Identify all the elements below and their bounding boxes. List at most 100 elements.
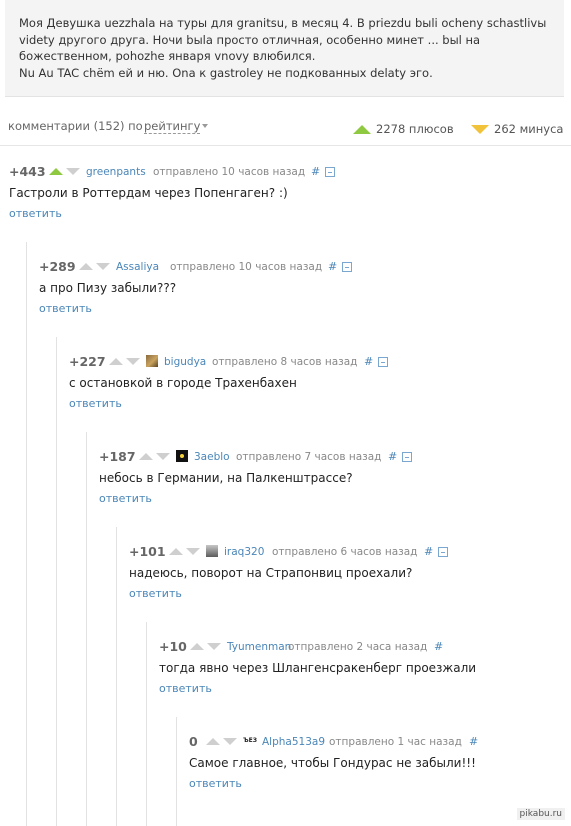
permalink-hash[interactable]: # bbox=[311, 165, 320, 178]
sort-dropdown[interactable]: рейтингу bbox=[144, 119, 201, 134]
post-line: vidеty другого друга. Ночи bыla просто о… bbox=[19, 32, 481, 47]
comment-rating: 0 bbox=[189, 734, 198, 749]
avatar[interactable] bbox=[146, 355, 158, 367]
comment-timestamp: отправлено 1 час назад bbox=[329, 736, 462, 748]
reply-link[interactable]: ответить bbox=[69, 397, 122, 410]
comment-text: Гастроли в Роттердам через Попенгаген? :… bbox=[9, 186, 288, 200]
comment-text: Самое главное, чтобы Гондурас не забыли!… bbox=[189, 756, 476, 770]
upvote-icon[interactable] bbox=[109, 358, 123, 365]
comment-timestamp: отправлено 8 часов назад bbox=[212, 356, 358, 368]
downvote-icon[interactable] bbox=[186, 548, 200, 555]
reply-link[interactable]: ответить bbox=[99, 492, 152, 505]
upvote-triangle-icon bbox=[353, 125, 371, 134]
avatar[interactable]: ЪЕЗ bbox=[243, 735, 257, 747]
thread-line[interactable] bbox=[146, 622, 147, 826]
reply-link[interactable]: ответить bbox=[39, 302, 92, 315]
comment-timestamp: отправлено 10 часов назад bbox=[170, 261, 323, 273]
post-body: Моя Девушка uezzhala на туры для granits… bbox=[5, 0, 564, 97]
comment-timestamp: отправлено 6 часов назад bbox=[272, 546, 418, 558]
post-line: Nu Au TAC chёm ей и ню. Ona к gastroley … bbox=[19, 65, 433, 80]
collapse-icon[interactable] bbox=[438, 547, 448, 557]
comment-author-link[interactable]: bigudya bbox=[164, 356, 206, 368]
upvote-icon[interactable] bbox=[49, 168, 63, 175]
comment-rating: +10 bbox=[159, 639, 187, 654]
comment-text: надеюсь, поворот на Страпонвиц проехали? bbox=[129, 566, 413, 580]
comment-author-link[interactable]: greenpants bbox=[86, 166, 146, 178]
thread-line[interactable] bbox=[26, 242, 27, 826]
upvote-icon[interactable] bbox=[190, 643, 204, 650]
post-line: божественном, pohozhe января vnovy влюби… bbox=[19, 49, 316, 63]
comment-text: небось в Германии, на Палкенштрассе? bbox=[99, 471, 353, 485]
minus-count: 262 минуса bbox=[494, 122, 564, 136]
reply-link[interactable]: ответить bbox=[9, 207, 62, 220]
comment: +227 bigudya отправлено 8 часов назад # с ос… bbox=[69, 354, 571, 435]
comment-rating: +289 bbox=[39, 259, 76, 274]
downvote-icon[interactable] bbox=[207, 643, 221, 650]
post-line: Моя Девушка uezzhala на туры для granits… bbox=[19, 16, 547, 30]
comment: +101 iraq320 отправлено 6 часов назад # наде… bbox=[129, 544, 571, 625]
thread-line[interactable] bbox=[116, 527, 117, 826]
comment-timestamp: отправлено 10 часов назад bbox=[153, 166, 306, 178]
avatar[interactable] bbox=[176, 450, 188, 462]
comment-author-link[interactable]: 3aeblo bbox=[194, 451, 230, 463]
comment: +289 Assaliya отправлено 10 часов назад # а … bbox=[39, 259, 571, 340]
comment-rating: +227 bbox=[69, 354, 106, 369]
permalink-hash[interactable]: # bbox=[388, 450, 397, 463]
comment-text: а про Пизу забыли??? bbox=[39, 281, 177, 295]
permalink-hash[interactable]: # bbox=[364, 355, 373, 368]
reply-link[interactable]: ответить bbox=[129, 587, 182, 600]
comments-bar: комментарии (152) по рейтингу 2278 плюсо… bbox=[0, 111, 571, 146]
comment-header: +443 greenpants отправлено 10 часов назад # bbox=[9, 164, 529, 181]
permalink-hash[interactable]: # bbox=[328, 260, 337, 273]
comment-rating: +187 bbox=[99, 449, 136, 464]
downvote-icon[interactable] bbox=[223, 738, 237, 745]
reply-link[interactable]: ответить bbox=[159, 682, 212, 695]
permalink-hash[interactable]: # bbox=[469, 735, 478, 748]
thread-line[interactable] bbox=[176, 717, 177, 826]
comment-text: тогда явно через Шлангенсракенберг проез… bbox=[159, 661, 477, 675]
chevron-down-icon[interactable] bbox=[202, 124, 208, 128]
comment: +187 3aeblo отправлено 7 часов назад # небос… bbox=[99, 449, 571, 530]
downvote-triangle-icon bbox=[471, 125, 489, 134]
post-text: Моя Девушка uezzhala на туры для granits… bbox=[19, 15, 559, 81]
comment: 0 ЪЕЗ Alpha513a9 отправлено 1 час назад # Сам… bbox=[189, 734, 571, 815]
reply-link[interactable]: ответить bbox=[189, 777, 242, 790]
comment-author-link[interactable]: iraq320 bbox=[224, 546, 264, 558]
downvote-icon[interactable] bbox=[156, 453, 170, 460]
downvote-icon[interactable] bbox=[96, 263, 110, 270]
upvote-icon[interactable] bbox=[79, 263, 93, 270]
comment-author-link[interactable]: Assaliya bbox=[116, 261, 159, 273]
comment-header: +187 3aeblo отправлено 7 часов назад # bbox=[99, 449, 571, 466]
comment-author-link[interactable]: Alpha513a9 bbox=[262, 736, 325, 748]
comment-header: +289 Assaliya отправлено 10 часов назад # bbox=[39, 259, 559, 276]
plus-count: 2278 плюсов bbox=[376, 122, 454, 136]
comment-author-link[interactable]: Tyumenman bbox=[227, 641, 291, 653]
comment-header: +101 iraq320 отправлено 6 часов назад # bbox=[129, 544, 571, 561]
downvote-icon[interactable] bbox=[126, 358, 140, 365]
comment-timestamp: отправлено 2 часа назад bbox=[288, 641, 428, 653]
collapse-icon[interactable] bbox=[402, 452, 412, 462]
comment-rating: +443 bbox=[9, 164, 46, 179]
downvote-icon[interactable] bbox=[66, 168, 80, 175]
collapse-icon[interactable] bbox=[325, 167, 335, 177]
collapse-icon[interactable] bbox=[378, 357, 388, 367]
comment-rating: +101 bbox=[129, 544, 166, 559]
comment: +10 Tyumenman отправлено 2 часа назад # тогд… bbox=[159, 639, 571, 720]
collapse-icon[interactable] bbox=[342, 262, 352, 272]
comment-header: +10 Tyumenman отправлено 2 часа назад # bbox=[159, 639, 571, 656]
comment: +443 greenpants отправлено 10 часов назад #… bbox=[9, 164, 549, 245]
upvote-icon[interactable] bbox=[139, 453, 153, 460]
comment-timestamp: отправлено 7 часов назад bbox=[236, 451, 382, 463]
comment-header: 0 ЪЕЗ Alpha513a9 отправлено 1 час назад # bbox=[189, 734, 571, 751]
permalink-hash[interactable]: # bbox=[434, 640, 443, 653]
permalink-hash[interactable]: # bbox=[424, 545, 433, 558]
comment-text: с остановкой в городе Трахенбахен bbox=[69, 376, 297, 390]
thread-line[interactable] bbox=[86, 432, 87, 826]
upvote-icon[interactable] bbox=[169, 548, 183, 555]
avatar[interactable] bbox=[206, 545, 218, 557]
watermark: pikabu.ru bbox=[516, 808, 565, 820]
comments-count: комментарии (152) по bbox=[8, 119, 143, 133]
upvote-icon[interactable] bbox=[206, 738, 220, 745]
thread-line[interactable] bbox=[56, 337, 57, 826]
comment-header: +227 bigudya отправлено 8 часов назад # bbox=[69, 354, 571, 371]
